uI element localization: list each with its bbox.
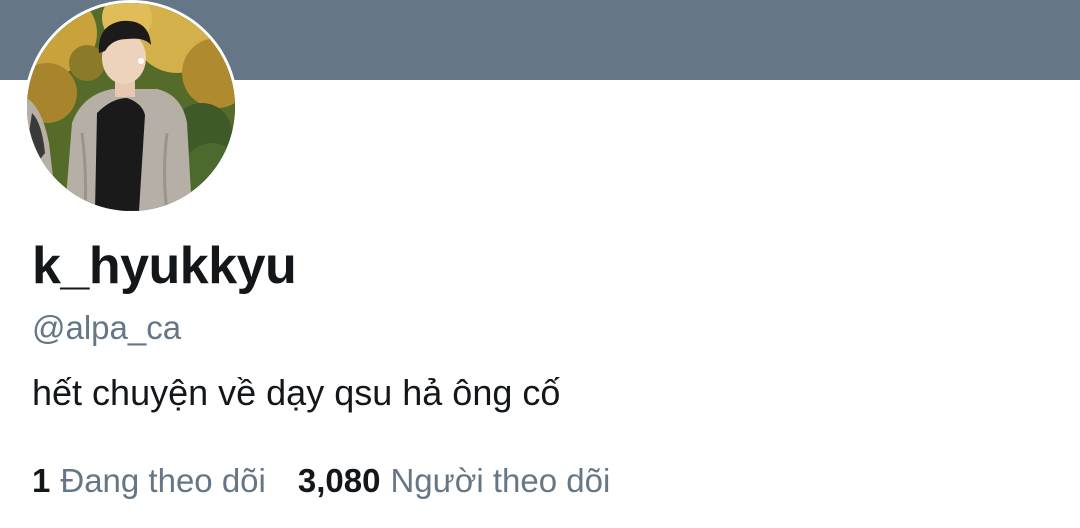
avatar-photo-icon: [27, 3, 235, 211]
profile-page: k_hyukkyu @alpa_ca hết chuyện về dạy qsu…: [0, 0, 1080, 528]
followers-link[interactable]: 3,080 Người theo dõi: [297, 462, 611, 499]
profile-display-name: k_hyukkyu: [32, 237, 297, 295]
followers-count: 3,080: [297, 462, 381, 499]
following-count: 1: [32, 462, 51, 499]
profile-handle: @alpa_ca: [32, 309, 182, 346]
profile-avatar[interactable]: [24, 0, 238, 214]
profile-bio: hết chuyện về dạy qsu hả ông cố: [32, 372, 561, 413]
profile-stats: 1 Đang theo dõi 3,080 Người theo dõi: [32, 462, 611, 499]
following-label: Đang theo dõi: [60, 462, 266, 499]
following-link[interactable]: 1 Đang theo dõi: [32, 462, 266, 499]
followers-label: Người theo dõi: [390, 462, 611, 499]
